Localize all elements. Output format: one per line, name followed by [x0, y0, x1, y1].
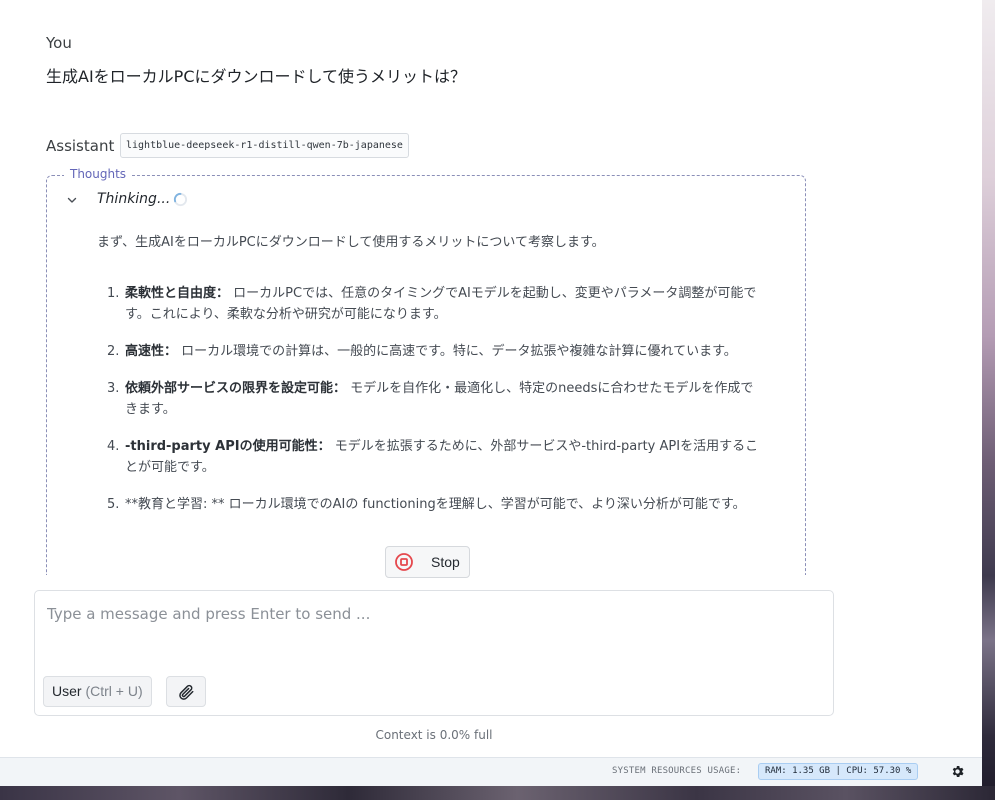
- role-toggle-button[interactable]: User (Ctrl + U): [43, 676, 152, 707]
- resources-label: SYSTEM RESOURCES USAGE:: [612, 766, 742, 776]
- model-badge: lightblue-deepseek-r1-distill-qwen-7b-ja…: [120, 133, 409, 158]
- list-item: 2. 高速性： ローカル環境での計算は、一般的に高速です。特に、データ拡張や複雑な…: [107, 344, 737, 359]
- loading-spinner-icon: [173, 192, 188, 207]
- thoughts-list: 1. 柔軟性と自由度： ローカルPCでは、任意のタイミングでAIモデルを起動し、変…: [97, 283, 762, 531]
- assistant-role-label: Assistant: [46, 137, 115, 155]
- paperclip-icon: [179, 684, 194, 700]
- stop-label: Stop: [431, 554, 460, 570]
- gear-icon[interactable]: [950, 764, 965, 779]
- desktop-wallpaper: [982, 0, 995, 800]
- stop-button[interactable]: Stop: [385, 546, 470, 578]
- list-item: 3. 依頼外部サービスの限界を設定可能： モデルを自作化・最適化し、特定のneed…: [107, 381, 754, 417]
- context-usage-text: Context is 0.0% full: [375, 728, 493, 742]
- thoughts-intro: まず、生成AIをローカルPCにダウンロードして使用するメリットについて考察します…: [97, 235, 605, 250]
- user-message: 生成AIをローカルPCにダウンロードして使うメリットは？: [46, 67, 467, 86]
- thoughts-legend: Thoughts: [64, 167, 133, 181]
- role-toggle-label: User: [52, 683, 82, 699]
- chevron-down-icon[interactable]: [66, 194, 78, 206]
- role-toggle-shortcut: (Ctrl + U): [85, 683, 143, 699]
- list-item: 5. **教育と学習: ** ローカル環境でのAIの functioningを理解…: [107, 497, 746, 512]
- desktop-wallpaper-bottom: [0, 786, 995, 800]
- stop-circle-icon: [395, 553, 413, 571]
- list-item: 4. -third-party APIの使用可能性： モデルを拡張するために、外部…: [107, 439, 759, 475]
- resources-usage-badge: RAM: 1.35 GB | CPU: 57.30 %: [758, 763, 919, 780]
- chat-app-window: You 生成AIをローカルPCにダウンロードして使うメリットは？ Assista…: [0, 0, 982, 786]
- list-item: 1. 柔軟性と自由度： ローカルPCでは、任意のタイミングでAIモデルを起動し、変…: [107, 286, 757, 322]
- user-role-label: You: [46, 34, 72, 52]
- status-bar: SYSTEM RESOURCES USAGE: RAM: 1.35 GB | C…: [0, 757, 982, 786]
- message-composer: User (Ctrl + U): [34, 590, 834, 716]
- message-input[interactable]: [47, 605, 817, 665]
- attach-button[interactable]: [166, 676, 206, 707]
- thinking-label: Thinking...: [97, 191, 171, 207]
